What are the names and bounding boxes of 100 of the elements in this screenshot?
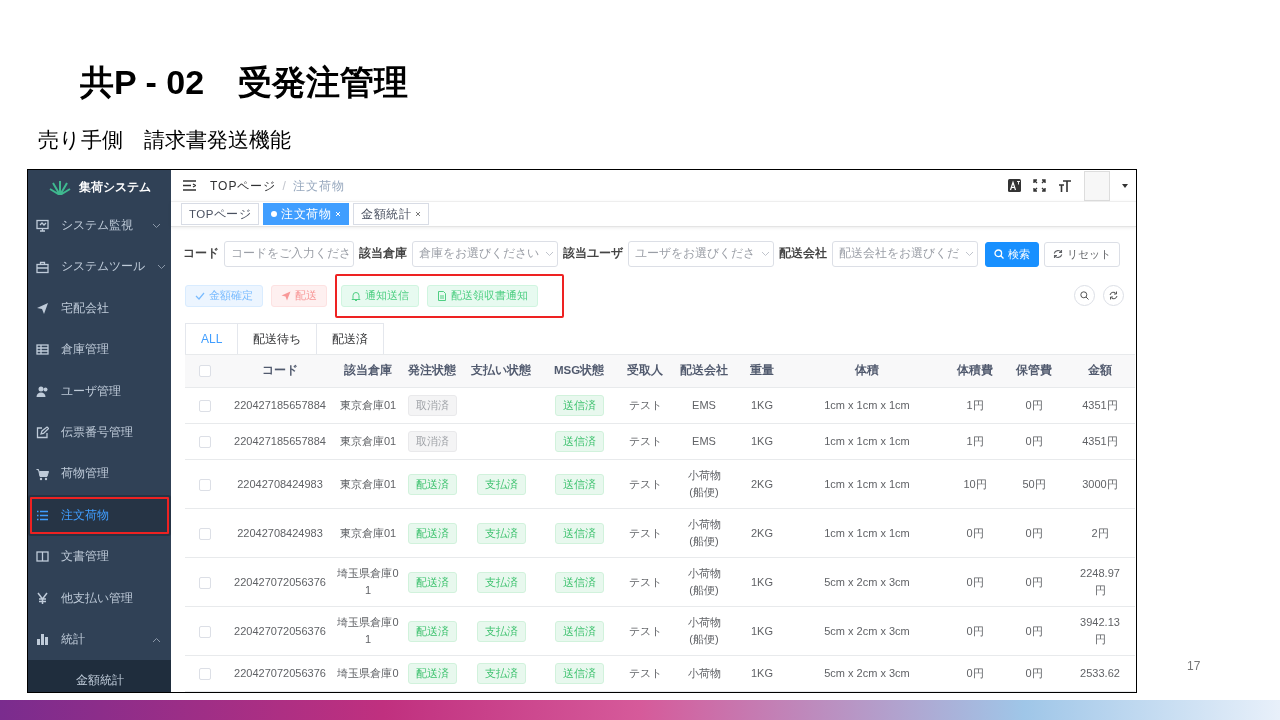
translate-icon[interactable] bbox=[1008, 179, 1021, 193]
table-cell: 22042708424983 bbox=[237, 477, 323, 490]
table-cell: 5cm x 2cm x 3cm bbox=[824, 575, 910, 588]
row-checkbox[interactable] bbox=[199, 400, 211, 413]
column-header: 該当倉庫 bbox=[344, 364, 392, 377]
status-tag: 支払済 bbox=[476, 663, 526, 684]
chevron-down-icon bbox=[761, 251, 770, 257]
status-tag: 送信済 bbox=[554, 620, 604, 642]
table-cell: 埼玉県倉庫01 bbox=[337, 567, 399, 596]
select-all-checkbox[interactable] bbox=[199, 365, 211, 378]
app-brand: 集荷システム bbox=[78, 179, 151, 195]
list-icon bbox=[36, 508, 49, 522]
table-cell: 東京倉庫01 bbox=[339, 526, 397, 539]
sidebar-item[interactable]: 荷物管理 bbox=[28, 453, 171, 495]
sidebar-item[interactable]: 注文荷物 bbox=[28, 494, 171, 537]
column-header: 保管費 bbox=[1016, 364, 1052, 377]
row-checkbox[interactable] bbox=[199, 668, 211, 681]
sidebar-item[interactable]: 伝票番号管理 bbox=[28, 411, 171, 454]
active-dot-icon bbox=[271, 211, 278, 218]
page-tag[interactable]: TOPページ bbox=[181, 203, 260, 226]
column-header: 支払い状態 bbox=[471, 364, 531, 377]
table-cell: テスト bbox=[628, 575, 662, 588]
row-checkbox[interactable] bbox=[199, 527, 211, 540]
table-cell: 東京倉庫01 bbox=[339, 477, 397, 490]
sidebar-subitem[interactable]: 金額統計 bbox=[28, 660, 171, 692]
table-cell: 2円 bbox=[1091, 526, 1109, 539]
breadcrumb-link[interactable]: TOPページ bbox=[210, 176, 277, 195]
menu-icon[interactable] bbox=[183, 180, 196, 192]
table-cell: 22042708424983 bbox=[237, 526, 323, 539]
sidebar-item[interactable]: 倉庫管理 bbox=[28, 329, 171, 371]
text-size-icon[interactable] bbox=[1058, 179, 1072, 193]
table-cell: テスト bbox=[628, 399, 662, 411]
row-checkbox[interactable] bbox=[199, 576, 211, 589]
status-tag: 配送済 bbox=[407, 473, 457, 495]
status-tag: 配送済 bbox=[407, 620, 457, 642]
caret-icon[interactable] bbox=[1122, 183, 1128, 188]
column-header: 受取人 bbox=[627, 364, 663, 377]
table-cell: 1cm x 1cm x 1cm bbox=[824, 477, 910, 490]
table-cell: 0円 bbox=[966, 526, 984, 539]
table-cell: 0円 bbox=[1025, 624, 1043, 637]
table-cell: 1KG bbox=[751, 435, 773, 447]
refresh-icon bbox=[1109, 291, 1118, 300]
table-cell: 0円 bbox=[1025, 399, 1043, 411]
edit-icon bbox=[36, 426, 49, 440]
table-cell: 1KG bbox=[751, 399, 773, 411]
refresh-icon bbox=[1053, 249, 1063, 259]
filter-tab[interactable]: 配送待ち bbox=[238, 323, 318, 354]
table-cell: 3000円 bbox=[1082, 477, 1118, 490]
search-icon bbox=[1080, 291, 1089, 300]
row-checkbox[interactable] bbox=[199, 436, 211, 449]
sidebar-item[interactable]: 文書管理 bbox=[28, 536, 171, 578]
column-header: 体積費 bbox=[957, 364, 993, 377]
breadcrumb-current: 注文荷物 bbox=[292, 177, 345, 195]
reset-button[interactable]: リセット bbox=[1044, 241, 1120, 267]
breadcrumb-separator: / bbox=[282, 177, 287, 195]
table-cell: 0円 bbox=[1025, 526, 1043, 539]
page-tag[interactable]: 金額統計 bbox=[353, 203, 430, 226]
status-tag: 配送済 bbox=[407, 663, 457, 684]
table-cell: 埼玉県倉庫01 bbox=[337, 616, 399, 645]
table-cell: 5cm x 2cm x 3cm bbox=[824, 667, 910, 679]
bar-chart-icon bbox=[36, 633, 49, 647]
filter-label: 配送会社 bbox=[779, 246, 827, 262]
table-cell: 東京倉庫01 bbox=[339, 399, 397, 411]
filter-label: コード bbox=[183, 246, 219, 262]
filter-label: 該当ユーザ bbox=[563, 245, 623, 262]
sidebar-item[interactable]: 宅配会社 bbox=[28, 287, 171, 330]
row-checkbox[interactable] bbox=[199, 478, 211, 491]
fullscreen-icon[interactable] bbox=[1033, 179, 1046, 193]
close-icon[interactable] bbox=[415, 211, 422, 218]
cart-icon bbox=[36, 467, 49, 481]
table-cell: テスト bbox=[628, 624, 662, 637]
table-cell: 0円 bbox=[966, 624, 984, 637]
table-cell: 4351円 bbox=[1082, 435, 1118, 447]
sidebar-item[interactable]: システムツール bbox=[28, 246, 171, 288]
table-cell: テスト bbox=[628, 526, 662, 539]
status-tag: 送信済 bbox=[554, 571, 604, 593]
table-cell: 220427185657884 bbox=[234, 399, 326, 411]
status-tag: 支払済 bbox=[476, 620, 526, 642]
table-cell: 50円 bbox=[1022, 477, 1046, 490]
table-cell: 小荷物 bbox=[687, 667, 721, 679]
status-tag: 支払済 bbox=[476, 522, 526, 544]
sidebar-item[interactable]: システム監視 bbox=[28, 205, 171, 247]
column-header: 発注状態 bbox=[408, 364, 456, 377]
avatar-placeholder[interactable] bbox=[1084, 170, 1110, 201]
table-cell: 4351円 bbox=[1082, 399, 1118, 411]
table-cell: 1KG bbox=[751, 667, 773, 679]
status-tag: 支払済 bbox=[476, 473, 526, 495]
column-header: コード bbox=[262, 364, 298, 377]
table-cell: 小荷物(船便) bbox=[687, 469, 721, 498]
sidebar-item[interactable]: 統計 bbox=[28, 618, 171, 661]
status-tag: 配送済 bbox=[407, 571, 457, 593]
row-checkbox[interactable] bbox=[199, 625, 211, 638]
check-icon bbox=[195, 290, 205, 301]
filter-tab[interactable]: 配送済 bbox=[317, 323, 385, 354]
sidebar-item[interactable]: ユーザ管理 bbox=[28, 370, 171, 412]
table-cell: 10円 bbox=[963, 477, 987, 490]
column-header: MSG状態 bbox=[553, 364, 605, 377]
sidebar-item[interactable]: 他支払い管理 bbox=[28, 577, 171, 619]
yen-icon bbox=[36, 591, 49, 605]
table-cell: 2248.97円 bbox=[1080, 567, 1120, 596]
